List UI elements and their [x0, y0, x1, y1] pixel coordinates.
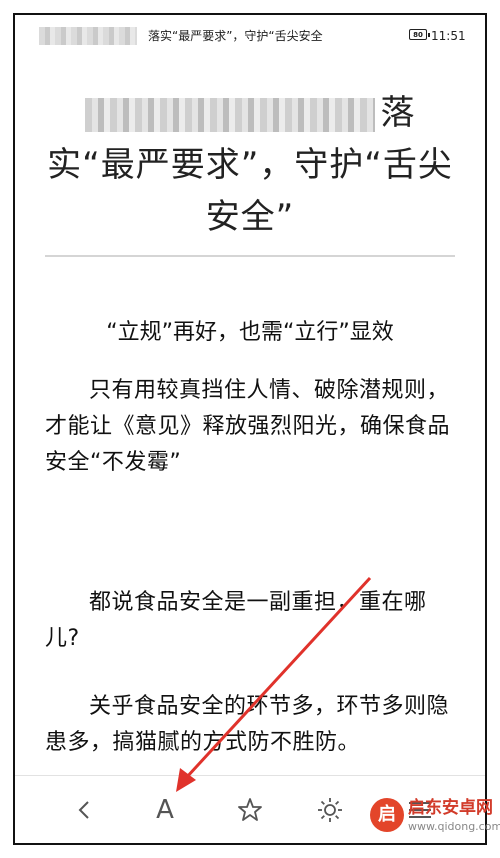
sun-icon	[318, 798, 342, 822]
brightness-button[interactable]	[300, 786, 360, 834]
status-time: 11:51	[431, 29, 466, 43]
paragraph-3: 关乎食品安全的环节多，环节多则隐患多，搞猫腻的方式防不胜防。	[45, 694, 450, 755]
watermark-name: 启东安卓网	[408, 798, 493, 818]
article-title-line3: 安全”	[205, 197, 295, 237]
site-watermark: 启 启东安卓网 www.qidong.com	[370, 790, 500, 846]
status-bar: 落实“最严要求”，守护“舌尖安全 80 11:51	[15, 15, 485, 55]
paragraph-1: 只有用较真挡住人情、破除潜规则，才能让《意见》释放强烈阳光，确保食品安全“不发霉…	[45, 378, 451, 475]
article-title-line1: 落	[45, 87, 455, 139]
status-title: 落实“最严要求”，守护“舌尖安全	[148, 29, 323, 43]
favorite-button[interactable]	[220, 786, 280, 834]
font-size-button[interactable]: A	[135, 786, 195, 834]
chevron-left-icon	[78, 801, 89, 819]
blurred-source-name	[39, 27, 137, 45]
watermark-logo: 启	[370, 798, 404, 832]
blurred-title-text	[84, 97, 375, 132]
battery-icon: 80	[409, 29, 430, 40]
back-button[interactable]	[55, 786, 115, 834]
phone-screen: 落实“最严要求”，守护“舌尖安全 80 11:51 落 实“最严要求”，守护“舌…	[13, 13, 487, 845]
paragraph-2: 都说食品安全是一副重担，重在哪儿?	[45, 590, 427, 651]
article-title: 落 实“最严要求”，守护“舌尖 安全”	[45, 87, 455, 243]
section-subheading: “立规”再好，也需“立行”显效	[106, 320, 394, 345]
article-title-line2: 实“最严要求”，守护“舌尖	[47, 145, 453, 185]
watermark-url: www.qidong.com	[408, 820, 500, 833]
star-icon	[238, 798, 262, 821]
title-divider	[45, 255, 455, 257]
